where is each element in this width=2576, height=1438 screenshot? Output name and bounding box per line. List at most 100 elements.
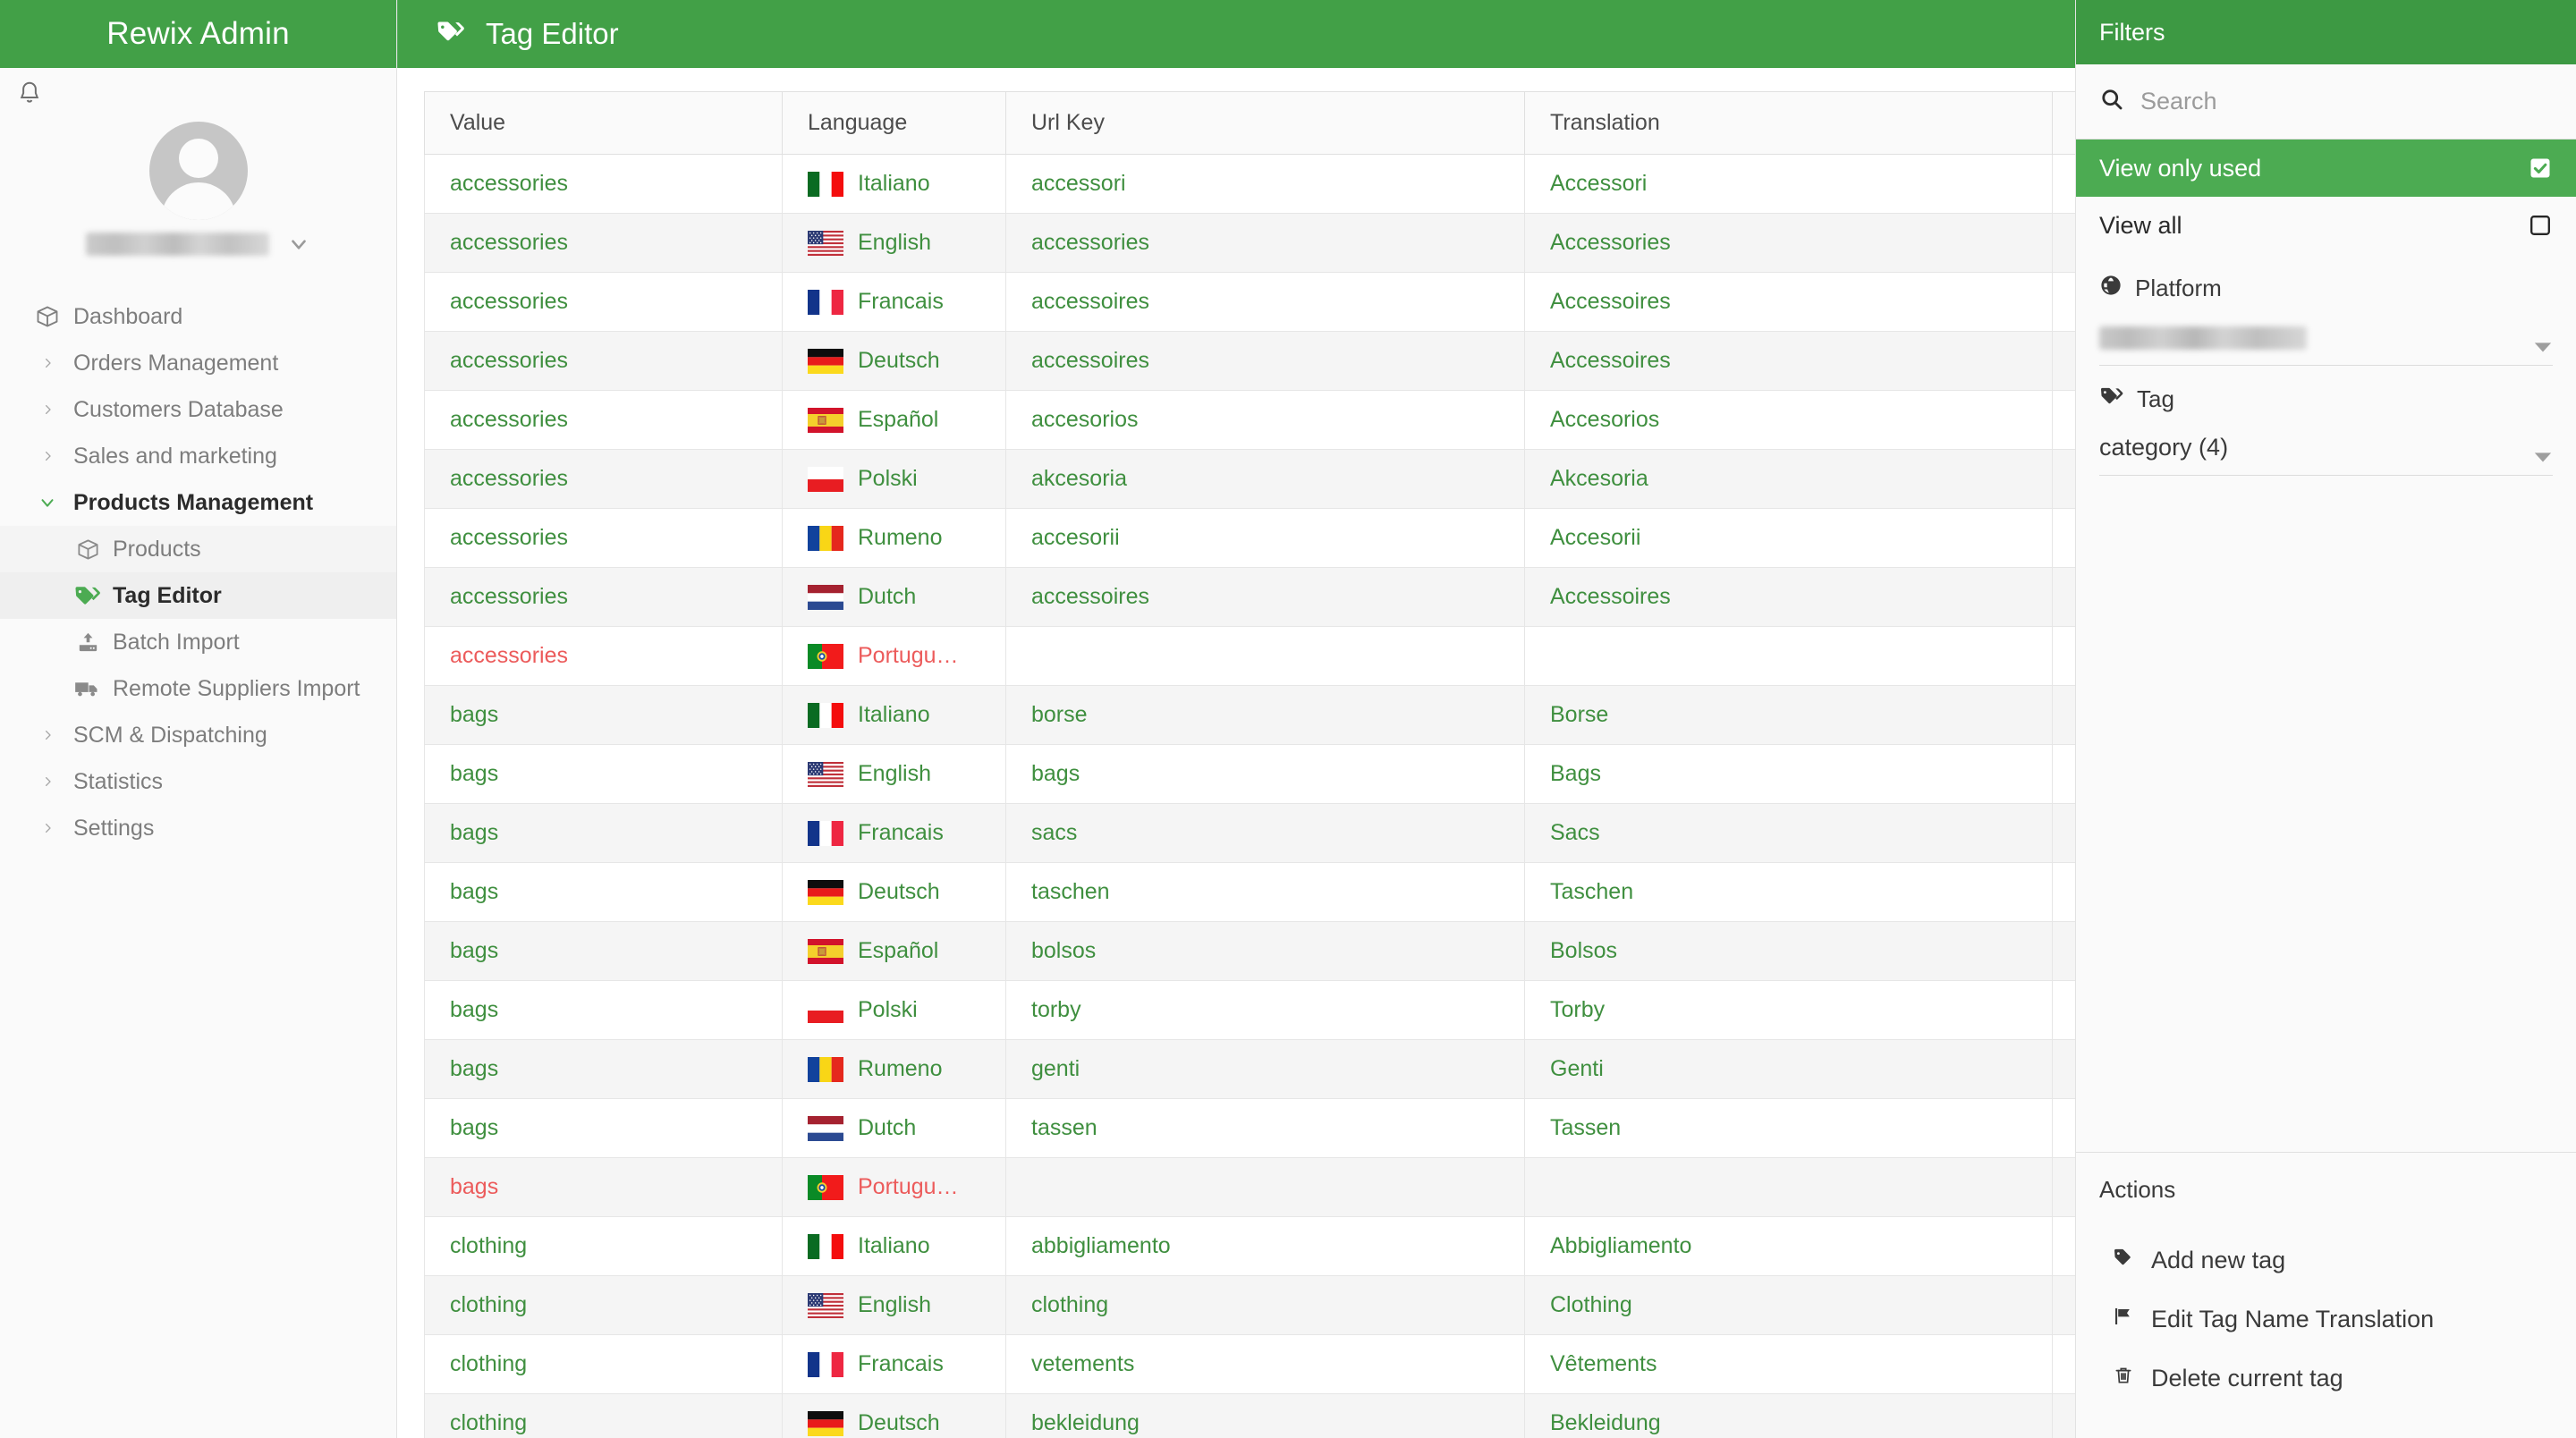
cell-translation: Vêtements [1524, 1334, 2053, 1394]
sidebar-item-label: Products [113, 536, 201, 562]
sidebar-item-sales-and-marketing[interactable]: Sales and marketing [0, 433, 396, 479]
language-label: Francais [858, 820, 944, 845]
cell-value: accessories [424, 626, 783, 686]
cell-value: bags [424, 744, 783, 804]
language-label: Deutsch [858, 348, 940, 373]
cell-value: accessories [424, 390, 783, 450]
cell-value: accessories [424, 331, 783, 391]
cell-url-key: borse [1005, 685, 1525, 745]
tag-icon [2112, 1247, 2135, 1274]
platform-select[interactable] [2099, 310, 2553, 366]
filter-view-only-used[interactable]: View only used [2076, 140, 2576, 197]
sidebar-item-tag-editor[interactable]: Tag Editor [0, 572, 396, 619]
main-area: Tag Editor Value Language Url Key Transl… [397, 0, 2075, 1438]
language-label: Portugu… [858, 643, 959, 668]
sidebar-item-statistics[interactable]: Statistics [0, 758, 396, 805]
sidebar-item-products[interactable]: Products [0, 526, 396, 572]
sidebar-item-customers-database[interactable]: Customers Database [0, 386, 396, 433]
sidebar-item-label: Batch Import [113, 629, 240, 655]
tag-select[interactable]: category (4) [2099, 420, 2553, 476]
avatar [148, 122, 248, 220]
cell-language: Dutch [782, 567, 1006, 627]
cell-translation: Abbigliamento [1524, 1216, 2053, 1276]
sidebar-item-products-management[interactable]: Products Management [0, 479, 396, 526]
chevron-down-icon[interactable] [287, 233, 310, 256]
sidebar-item-scm-and-dispatching[interactable]: SCM & Dispatching [0, 712, 396, 758]
table-header: Value Language Url Key Translation [424, 91, 2075, 155]
cell-url-key: accessories [1005, 213, 1525, 273]
profile-name-row[interactable] [86, 233, 310, 256]
filters-panel: Filters View only used View all [2075, 0, 2576, 1438]
tag-icon [436, 19, 466, 49]
sidebar-item-label: SCM & Dispatching [73, 722, 267, 748]
filter-view-all[interactable]: View all [2076, 197, 2576, 254]
table-row: bags Portugu… [424, 1157, 2075, 1217]
flag-it-icon [808, 171, 843, 197]
search-row[interactable] [2076, 64, 2576, 140]
cell-actions [2052, 508, 2075, 568]
bell-icon[interactable] [16, 79, 43, 107]
language-label: English [858, 230, 931, 255]
action-edit-tag-name-translation[interactable]: Edit Tag Name Translation [2099, 1290, 2553, 1349]
cell-value: bags [424, 980, 783, 1040]
sidebar-item-batch-import[interactable]: Batch Import [0, 619, 396, 665]
cell-translation: Accessoires [1524, 331, 2053, 391]
flag-us-icon [808, 761, 843, 787]
cell-language: Deutsch [782, 331, 1006, 391]
cell-url-key: abbigliamento [1005, 1216, 1525, 1276]
sidebar-item-label: Sales and marketing [73, 443, 277, 469]
cell-translation: Tassen [1524, 1098, 2053, 1158]
sidebar-item-label: Products Management [73, 489, 314, 515]
cell-actions [2052, 744, 2075, 804]
filters-header: Filters [2076, 0, 2576, 64]
checkbox-checked-icon[interactable] [2528, 156, 2553, 181]
caret-down-icon[interactable] [2533, 332, 2553, 351]
profile-block[interactable] [0, 120, 396, 256]
table-row: accessories Portugu… [424, 626, 2075, 686]
table-row: bags Español bolsos Bolsos [424, 921, 2075, 981]
chevron-right-icon [21, 817, 73, 839]
cell-language: Italiano [782, 685, 1006, 745]
cell-value: bags [424, 1157, 783, 1217]
cell-value: bags [424, 803, 783, 863]
table-row: clothing Deutsch bekleidung Bekleidung [424, 1393, 2075, 1438]
cell-url-key: akcesoria [1005, 449, 1525, 509]
cell-actions [2052, 567, 2075, 627]
table-row: accessories Deutsch accessoires Accessoir… [424, 331, 2075, 391]
sidebar-item-settings[interactable]: Settings [0, 805, 396, 851]
cell-value: accessories [424, 154, 783, 214]
action-add-new-tag[interactable]: Add new tag [2099, 1231, 2553, 1290]
sidebar-item-orders-management[interactable]: Orders Management [0, 340, 396, 386]
sidebar-item-dashboard[interactable]: Dashboard [0, 293, 396, 340]
sidebar-brand: Rewix Admin [0, 0, 396, 68]
cell-url-key: accessoires [1005, 331, 1525, 391]
cell-url-key: accessoires [1005, 567, 1525, 627]
caret-down-icon[interactable] [2533, 442, 2553, 461]
cell-translation [1524, 626, 2053, 686]
cell-translation: Accessoires [1524, 272, 2053, 332]
table-row: accessories English accessories Accessori… [424, 213, 2075, 273]
checkbox-unchecked-icon[interactable] [2528, 213, 2553, 238]
sidebar-item-remote-suppliers-import[interactable]: Remote Suppliers Import [0, 665, 396, 712]
search-input[interactable] [2140, 88, 2498, 115]
cell-url-key: taschen [1005, 862, 1525, 922]
page-header: Tag Editor [397, 0, 2075, 68]
table-row: accessories Dutch accessoires Accessoires [424, 567, 2075, 627]
column-header-actions [2052, 91, 2075, 155]
cell-actions [2052, 1098, 2075, 1158]
cell-value: clothing [424, 1393, 783, 1438]
table-row: bags Deutsch taschen Taschen [424, 862, 2075, 922]
flag-us-icon [808, 1292, 843, 1318]
flag-fr-icon [808, 1351, 843, 1377]
table-row: clothing English clothing Clothing [424, 1275, 2075, 1335]
cell-value: clothing [424, 1334, 783, 1394]
cell-actions [2052, 213, 2075, 273]
language-label: Francais [858, 1351, 944, 1376]
filter-option-label: View all [2099, 211, 2182, 239]
flag-de-icon [808, 879, 843, 905]
action-delete-current-tag[interactable]: Delete current tag [2099, 1349, 2553, 1408]
cell-actions [2052, 1334, 2075, 1394]
table-row: bags Rumeno genti Genti [424, 1039, 2075, 1099]
table-row: bags Italiano borse Borse [424, 685, 2075, 745]
cell-url-key: accessoires [1005, 272, 1525, 332]
